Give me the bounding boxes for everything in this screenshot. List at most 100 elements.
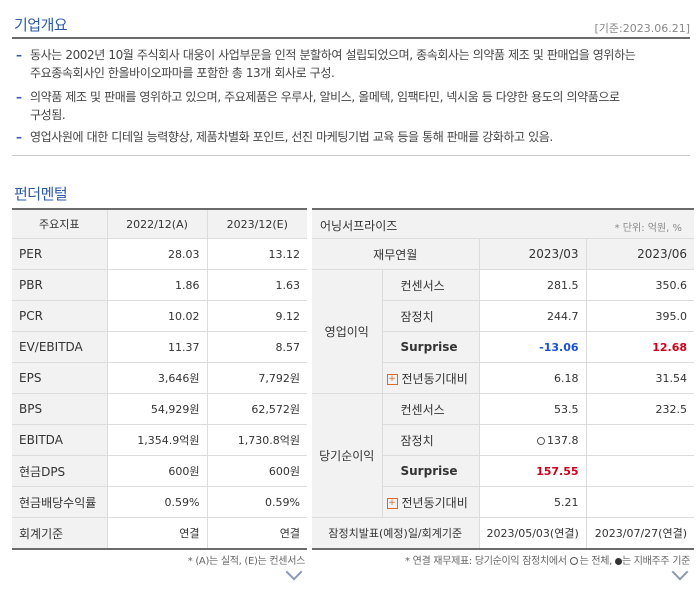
cell-value: 31.54 — [586, 362, 695, 394]
cell-value: 0.59% — [107, 486, 208, 518]
cell-value: 395.0 — [586, 300, 695, 332]
cell-value — [586, 424, 695, 456]
table-row: 영업이익 컨센서스 281.5 350.6 — [312, 269, 695, 394]
row-label: PCR — [12, 300, 108, 332]
key-indicators-table: 주요지표 2022/12(A) 2023/12(E) PER 28.03 13.12… — [12, 208, 307, 550]
table-row: EBITDA 1,354.9억원 1,730.8억원 — [12, 424, 307, 456]
cell-value: 28.03 — [107, 238, 208, 270]
cell-value: 244.7 — [479, 300, 587, 332]
cell-value: 232.5 — [586, 393, 695, 425]
column-header: 2023/06 — [586, 239, 695, 270]
cell-value: 5.21 — [479, 486, 587, 518]
table-header-row: 주요지표 2022/12(A) 2023/12(E) — [12, 208, 307, 239]
cell-value: 1,730.8억원 — [207, 424, 307, 456]
row-label[interactable]: + 전년동기대비 — [382, 362, 480, 394]
circle-outline-icon — [537, 436, 546, 445]
row-label: PER — [12, 238, 108, 270]
table-row: PCR 10.02 9.12 — [12, 300, 307, 332]
column-header: 재무연월 — [312, 239, 480, 270]
table-row: EPS 3,646원 7,792원 — [12, 362, 307, 394]
bullet-text: 주요종속회사인 한올바이오파마를 포함한 총 13개 회사로 구성. — [30, 66, 335, 80]
earnings-surprise-title: 어닝서프라이즈 — [320, 219, 398, 233]
circle-outline-icon — [569, 557, 578, 565]
cell-value: 281.5 — [479, 269, 587, 301]
bullet-text: 의약품 제조 및 판매를 영위하고 있으며, 주요제품은 우루사, 알비스, 올… — [30, 90, 620, 104]
row-label[interactable]: + 전년동기대비 — [382, 486, 480, 518]
cell-value: 1,354.9억원 — [107, 424, 208, 456]
row-label-text: 전년동기대비 — [401, 495, 468, 510]
column-header: 주요지표 — [12, 208, 108, 239]
table-row: 당기순이익 컨센서스 53.5 232.5 — [312, 393, 695, 518]
cell-value — [586, 486, 695, 518]
cell-value: 1.86 — [107, 269, 208, 301]
overview-bullet: – 동사는 2002년 10월 주식회사 대웅이 사업부문을 인적 분할하여 설… — [16, 46, 688, 82]
row-label: EPS — [12, 362, 108, 394]
cell-value: 2023/07/27(연결) — [586, 517, 695, 550]
cell-value: 3,646원 — [107, 362, 208, 394]
date-reference: [기준:2023.06.21] — [594, 22, 690, 35]
row-label-text: 전년동기대비 — [401, 371, 468, 386]
row-label: 현금DPS — [12, 455, 108, 487]
group-label: 당기순이익 — [312, 393, 383, 518]
table-row: PBR 1.86 1.63 — [12, 269, 307, 301]
left-table-note: * (A)는 실적, (E)는 컨센서스 — [187, 556, 306, 567]
cell-value: 600원 — [107, 455, 208, 487]
cell-value: 157.55 — [479, 455, 587, 487]
bullet-dash-icon: – — [16, 130, 22, 144]
earnings-surprise-header: 어닝서프라이즈 * 단위: 억원, % — [312, 208, 694, 239]
column-header: 2023/03 — [479, 239, 587, 270]
cell-value: 연결 — [207, 517, 307, 550]
group-label: 영업이익 — [312, 269, 383, 394]
cell-value: 13.12 — [207, 238, 307, 270]
column-header: 2023/12(E) — [207, 208, 307, 239]
row-label: 컨센서스 — [382, 269, 480, 301]
cell-value: 54,929원 — [107, 393, 208, 425]
cell-value: 1.63 — [207, 269, 307, 301]
plus-icon[interactable]: + — [386, 373, 398, 385]
right-table-note: * 연결 재무제표: 당기순이익 잠정치에서 는 전체, 는 지배주주 기준 — [405, 552, 690, 567]
cell-value: 9.12 — [207, 300, 307, 332]
cell-value: 8.57 — [207, 331, 307, 363]
cell-value — [586, 455, 695, 487]
row-label: 잠정치 — [382, 300, 480, 332]
cell-value: 연결 — [107, 517, 208, 550]
cell-value-text: 137.8 — [547, 433, 579, 447]
fundamental-title: 펀더멘털 — [14, 185, 68, 203]
table-row: PER 28.03 13.12 — [12, 238, 307, 270]
overview-bullet: – 의약품 제조 및 판매를 영위하고 있으며, 주요제품은 우루사, 알비스,… — [16, 88, 688, 124]
plus-icon[interactable]: + — [386, 497, 398, 509]
table-row: 현금배당수익률 0.59% 0.59% — [12, 486, 307, 518]
table-header-row: 재무연월 2023/03 2023/06 — [312, 239, 695, 270]
row-label: Surprise — [382, 331, 480, 363]
circle-filled-icon — [614, 557, 622, 565]
table-row: EV/EBITDA 11.37 8.57 — [12, 331, 307, 363]
cell-value: 600원 — [207, 455, 307, 487]
bullet-dash-icon: – — [16, 48, 22, 62]
cell-value: 350.6 — [586, 269, 695, 301]
row-label: 컨센서스 — [382, 393, 480, 425]
note-text: * 연결 재무제표: 당기순이익 잠정치에서 — [405, 556, 570, 567]
overview-title: 기업개요 — [14, 16, 68, 34]
table-row: 현금DPS 600원 600원 — [12, 455, 307, 487]
row-label: 회계기준 — [12, 517, 108, 550]
cell-value: -13.06 — [479, 331, 587, 363]
row-label: Surprise — [382, 455, 480, 487]
row-label: 현금배당수익률 — [12, 486, 108, 518]
overview-bullet: – 영업사원에 대한 디테일 능력향상, 제품차별화 포인트, 선진 마케팅기법… — [16, 128, 688, 146]
bullet-dash-icon: – — [16, 90, 22, 104]
cell-value: 11.37 — [107, 331, 208, 363]
table-row: 회계기준 연결 연결 — [12, 517, 307, 550]
row-label: BPS — [12, 393, 108, 425]
table-row: BPS 54,929원 62,572원 — [12, 393, 307, 425]
cell-value: 2023/05/03(연결) — [479, 517, 587, 550]
cell-value: 62,572원 — [207, 393, 307, 425]
cell-value: 137.8 — [479, 424, 587, 456]
note-text: 는 전체, — [579, 556, 615, 567]
row-label: EBITDA — [12, 424, 108, 456]
cell-value: 12.68 — [586, 331, 695, 363]
row-label: 잠정치 — [382, 424, 480, 456]
earnings-surprise-table: 재무연월 2023/03 2023/06 영업이익 컨센서스 281.5 350… — [312, 239, 695, 550]
unit-note: * 단위: 억원, % — [614, 223, 682, 234]
overview-top-rule — [12, 37, 690, 39]
row-label: PBR — [12, 269, 108, 301]
